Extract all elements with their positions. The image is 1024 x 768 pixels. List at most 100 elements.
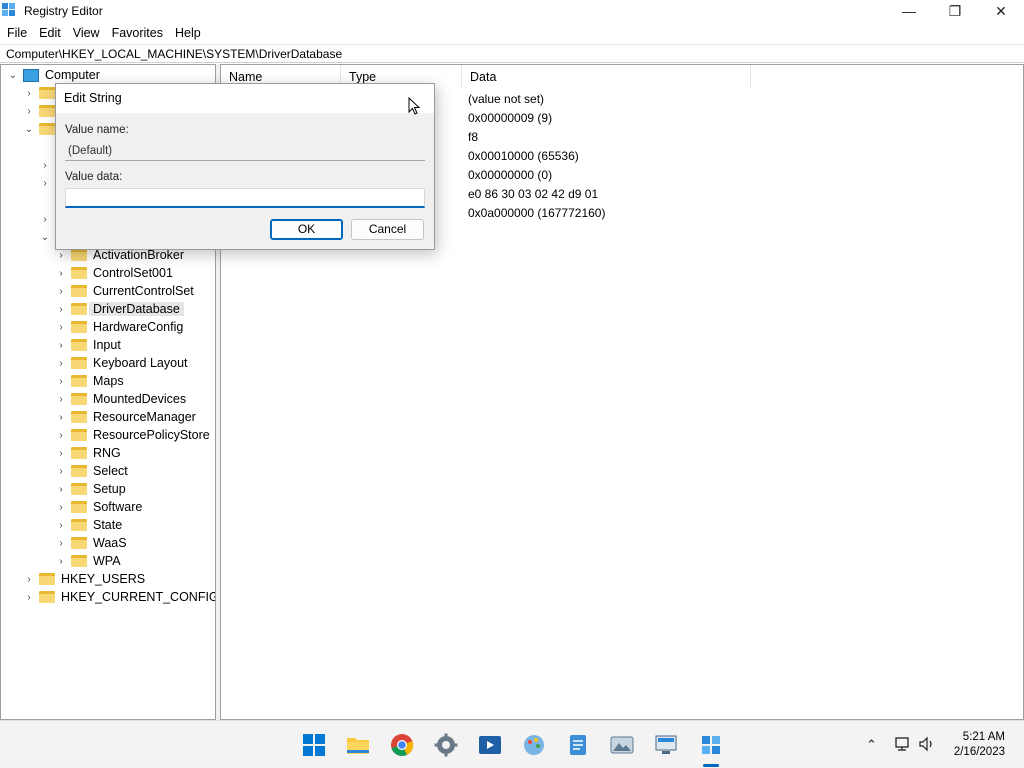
registry-editor-icon[interactable] (699, 733, 723, 757)
chevron-right-icon[interactable]: › (23, 591, 35, 603)
menu-file[interactable]: File (0, 24, 33, 42)
tree-item-software[interactable]: › Software (55, 498, 142, 516)
value-data-cell[interactable]: 0x00000000 (0) (468, 166, 552, 185)
chevron-down-icon[interactable]: ⌄ (23, 123, 35, 135)
tree-item-state[interactable]: › State (55, 516, 122, 534)
folder-icon (71, 447, 87, 459)
chevron-right-icon[interactable]: › (55, 267, 67, 279)
chevron-right-icon[interactable]: › (55, 555, 67, 567)
volume-icon[interactable] (918, 735, 936, 753)
chevron-right-icon[interactable]: › (55, 339, 67, 351)
chevron-right-icon[interactable]: › (55, 285, 67, 297)
tree-item-controlset001[interactable]: › ControlSet001 (55, 264, 173, 282)
chevron-right-icon[interactable]: › (55, 537, 67, 549)
value-data-cell[interactable]: 0x0a000000 (167772160) (468, 204, 605, 223)
folder-icon (71, 429, 87, 441)
value-data-cell[interactable]: e0 86 30 03 02 42 d9 01 (468, 185, 598, 204)
value-data-cell[interactable]: (value not set) (468, 90, 544, 109)
tree-item-resourcemanager[interactable]: › ResourceManager (55, 408, 196, 426)
dialog-title: Edit String (56, 84, 434, 113)
chevron-right-icon[interactable]: › (55, 303, 67, 315)
tree-item-mounteddevices[interactable]: › MountedDevices (55, 390, 186, 408)
tree-item-input[interactable]: › Input (55, 336, 120, 354)
chevron-right-icon[interactable]: › (39, 159, 51, 171)
chevron-right-icon[interactable]: › (55, 429, 67, 441)
tree-item-key[interactable]: › (39, 156, 55, 174)
value-data-cell[interactable]: 0x00000009 (9) (468, 109, 552, 128)
close-button[interactable]: ✕ (978, 0, 1024, 22)
tree-item-system[interactable]: ⌄ (39, 228, 55, 246)
chevron-right-icon[interactable]: › (55, 447, 67, 459)
chevron-right-icon[interactable]: › (55, 411, 67, 423)
mouse-cursor-icon (408, 97, 420, 115)
chevron-down-icon[interactable]: ⌄ (7, 69, 19, 81)
paint-icon[interactable] (522, 733, 546, 757)
chevron-right-icon[interactable]: › (23, 105, 35, 117)
column-header-data[interactable]: Data (462, 65, 751, 87)
tree-item-keyboard-layout[interactable]: › Keyboard Layout (55, 354, 187, 372)
chevron-right-icon[interactable]: › (23, 573, 35, 585)
value-data-input[interactable] (65, 188, 425, 208)
tray-overflow-icon[interactable]: ⌃ (866, 721, 877, 768)
chevron-right-icon[interactable]: › (39, 213, 51, 225)
notepad-icon[interactable] (566, 733, 590, 757)
tree-item-setup[interactable]: › Setup (55, 480, 125, 498)
tree-item-currentcontrolset[interactable]: › CurrentControlSet (55, 282, 193, 300)
photos-icon[interactable] (610, 733, 634, 757)
chevron-right-icon[interactable]: › (55, 357, 67, 369)
chevron-right-icon[interactable]: › (55, 321, 67, 333)
chevron-right-icon[interactable]: › (55, 501, 67, 513)
cancel-button[interactable]: Cancel (351, 219, 424, 240)
chevron-down-icon[interactable]: ⌄ (39, 231, 51, 243)
settings-icon[interactable] (434, 733, 458, 757)
tree-item-key[interactable]: › (39, 174, 55, 192)
tree-item-key[interactable]: › (39, 210, 55, 228)
tree-item-waas[interactable]: › WaaS (55, 534, 126, 552)
file-explorer-icon[interactable] (346, 733, 370, 757)
folder-icon (71, 411, 87, 423)
chevron-right-icon[interactable]: › (55, 483, 67, 495)
value-data-label: Value data: (65, 171, 123, 183)
network-icon[interactable] (894, 735, 912, 753)
tree-item-hkey-current-config[interactable]: › HKEY_CURRENT_CONFIG (23, 588, 215, 606)
active-app-indicator (703, 764, 719, 767)
tree-item-driverdatabase[interactable]: › DriverDatabase (55, 300, 184, 318)
menu-edit[interactable]: Edit (33, 24, 67, 42)
address-bar[interactable]: Computer\HKEY_LOCAL_MACHINE\SYSTEM\Drive… (0, 44, 1024, 63)
tree-item-resourcepolicystore[interactable]: › ResourcePolicyStore (55, 426, 209, 444)
tree-item-rng[interactable]: › RNG (55, 444, 120, 462)
menu-favorites[interactable]: Favorites (106, 24, 169, 42)
tree-item-hkey-users[interactable]: › HKEY_USERS (23, 570, 145, 588)
folder-icon (71, 339, 87, 351)
chevron-right-icon[interactable]: › (55, 249, 67, 261)
chevron-right-icon[interactable]: › (55, 393, 67, 405)
minimize-button[interactable]: — (886, 0, 932, 22)
tree-item-wpa[interactable]: › WPA (55, 552, 120, 570)
folder-icon (71, 465, 87, 477)
chevron-right-icon[interactable]: › (39, 177, 51, 189)
computer-icon (23, 68, 39, 82)
tree-item-select[interactable]: › Select (55, 462, 128, 480)
value-data-cell[interactable]: 0x00010000 (65536) (468, 147, 579, 166)
start-icon[interactable] (302, 733, 326, 757)
tree-item-hardwareconfig[interactable]: › HardwareConfig (55, 318, 183, 336)
menu-view[interactable]: View (67, 24, 106, 42)
taskbar: ⌃ 5:21 AM 2/16/2023 (0, 720, 1024, 768)
system-clock[interactable]: 5:21 AM 2/16/2023 (954, 730, 1005, 760)
tree-item-maps[interactable]: › Maps (55, 372, 123, 390)
value-data-cell[interactable]: f8 (468, 128, 478, 147)
menu-help[interactable]: Help (169, 24, 207, 42)
chevron-right-icon[interactable]: › (23, 87, 35, 99)
tree-item-label: Select (93, 464, 128, 478)
folder-icon (71, 285, 87, 297)
chrome-icon[interactable] (390, 733, 414, 757)
remote-desktop-icon[interactable] (654, 733, 678, 757)
ok-button[interactable]: OK (270, 219, 343, 240)
maximize-button[interactable]: ❐ (932, 0, 978, 22)
tree-item-computer[interactable]: ⌄ Computer (7, 66, 100, 84)
chevron-right-icon[interactable]: › (55, 465, 67, 477)
chevron-right-icon[interactable]: › (55, 375, 67, 387)
chevron-right-icon[interactable]: › (55, 519, 67, 531)
tree-item-label: Computer (45, 68, 100, 82)
media-player-icon[interactable] (478, 733, 502, 757)
